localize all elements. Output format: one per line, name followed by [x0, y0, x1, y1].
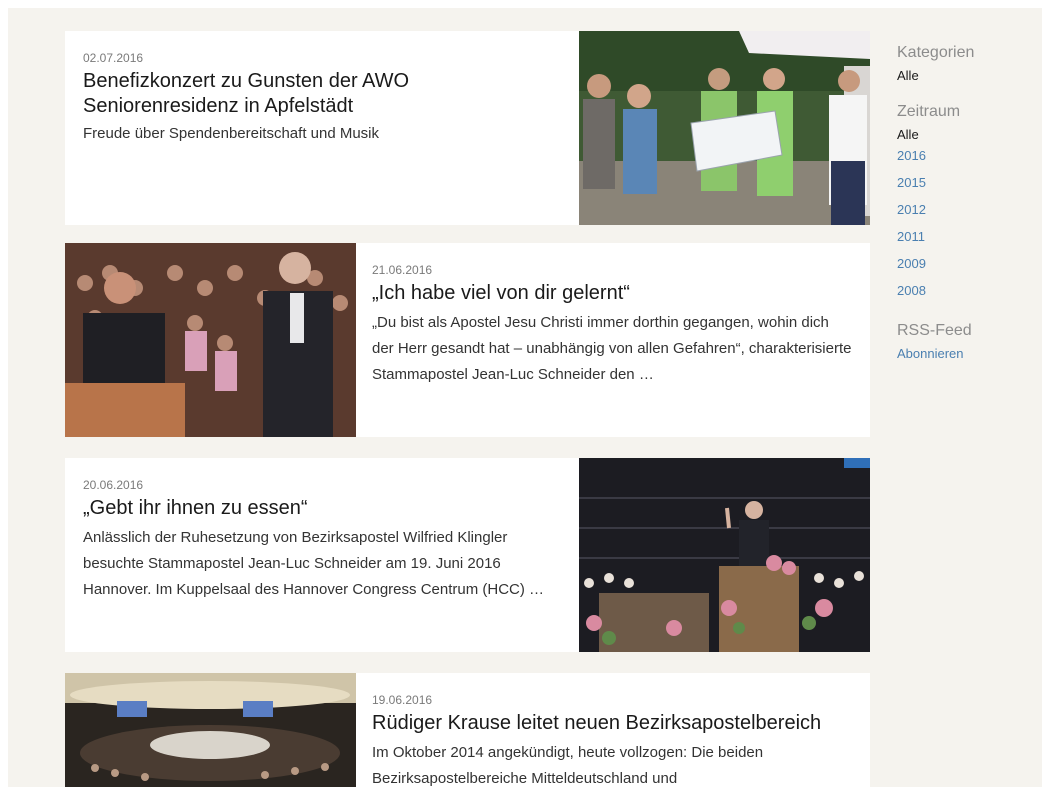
rss-heading: RSS-Feed: [897, 322, 972, 339]
article-date: 20.06.2016: [83, 478, 144, 492]
year-list: 2016 2015 2012 2011 2009 2008: [897, 142, 1037, 304]
year-link-2011[interactable]: 2011: [897, 223, 1037, 250]
article-date: 19.06.2016: [372, 693, 433, 707]
article-text: 20.06.2016 „Gebt ihr ihnen zu essen“ Anl…: [83, 478, 563, 603]
photo-illustration: [579, 458, 870, 652]
article-text: 19.06.2016 Rüdiger Krause leitet neuen B…: [372, 693, 852, 787]
article-title[interactable]: „Ich habe viel von dir gelernt“: [372, 281, 852, 306]
article-card[interactable]: 21.06.2016 „Ich habe viel von dir gelern…: [65, 243, 870, 437]
zeitraum-alle-link[interactable]: Alle: [897, 127, 1037, 142]
article-title[interactable]: Benefizkonzert zu Gunsten der AWO Senior…: [83, 69, 563, 119]
article-card[interactable]: 02.07.2016 Benefizkonzert zu Gunsten der…: [65, 31, 870, 225]
rss-subscribe-link[interactable]: Abonnieren: [897, 346, 1037, 361]
kategorien-heading: Kategorien: [897, 44, 975, 61]
sidebar-section-kategorien: Kategorien Alle: [897, 44, 1037, 83]
article-teaser: Anlässlich der Ruhesetzung von Bezirksap…: [83, 529, 545, 598]
photo-illustration: [65, 243, 356, 437]
article-title[interactable]: Rüdiger Krause leitet neuen Bezirksapost…: [372, 711, 852, 736]
zeitraum-heading: Zeitraum: [897, 103, 961, 120]
article-photo-hall[interactable]: [65, 673, 356, 787]
article-date: 02.07.2016: [83, 51, 144, 65]
article-date: 21.06.2016: [372, 263, 433, 277]
page-background: 02.07.2016 Benefizkonzert zu Gunsten der…: [8, 8, 1042, 787]
article-text: 02.07.2016 Benefizkonzert zu Gunsten der…: [83, 51, 563, 145]
article-photo-donation[interactable]: [579, 31, 870, 225]
article-card[interactable]: 19.06.2016 Rüdiger Krause leitet neuen B…: [65, 673, 870, 787]
year-link-2016[interactable]: 2016: [897, 142, 1037, 169]
year-link-2008[interactable]: 2008: [897, 277, 1037, 304]
article-teaser: Freude über Spendenbereitschaft und Musi…: [83, 125, 380, 142]
article-card[interactable]: 20.06.2016 „Gebt ihr ihnen zu essen“ Anl…: [65, 458, 870, 652]
year-link-2015[interactable]: 2015: [897, 169, 1037, 196]
sidebar-section-zeitraum: Zeitraum Alle 2016 2015 2012 2011 2009 2…: [897, 103, 1037, 304]
year-link-2009[interactable]: 2009: [897, 250, 1037, 277]
kategorien-alle-link[interactable]: Alle: [897, 68, 1037, 83]
photo-illustration: [65, 673, 356, 787]
sidebar: Kategorien Alle Zeitraum Alle 2016 2015 …: [897, 44, 1037, 361]
article-text: 21.06.2016 „Ich habe viel von dir gelern…: [372, 263, 852, 388]
article-title[interactable]: „Gebt ihr ihnen zu essen“: [83, 496, 563, 521]
sidebar-section-rss: RSS-Feed Abonnieren: [897, 322, 1037, 361]
article-photo-altar[interactable]: [579, 458, 870, 652]
article-photo-handshake[interactable]: [65, 243, 356, 437]
year-link-2012[interactable]: 2012: [897, 196, 1037, 223]
article-teaser: „Du bist als Apostel Jesu Christi immer …: [372, 314, 852, 383]
article-teaser: Im Oktober 2014 angekündigt, heute vollz…: [372, 744, 764, 787]
photo-illustration: [579, 31, 870, 225]
